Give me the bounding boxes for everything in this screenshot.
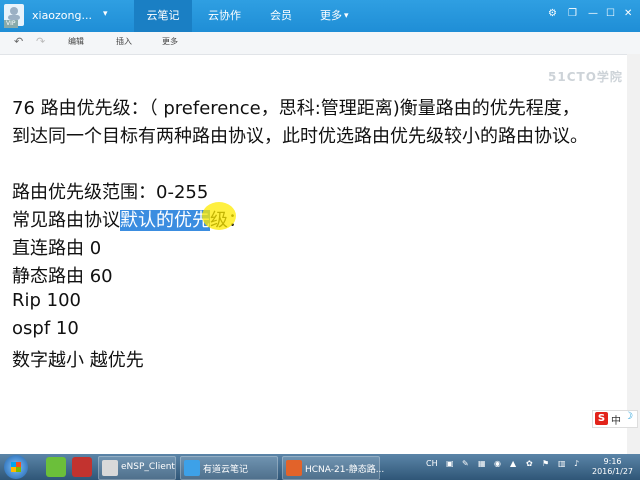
ime-language[interactable]: 中 bbox=[611, 412, 621, 427]
note-line: 到达同一个目标有两种路由协议，此时优选路由优先级较小的路由协议。 bbox=[12, 126, 588, 147]
note-line: 直连路由 0 bbox=[12, 238, 102, 259]
note-line: 静态路由 60 bbox=[12, 266, 113, 287]
mouse-cursor-highlight bbox=[202, 202, 236, 230]
task-label: HCNA-21-静态路... bbox=[305, 465, 385, 475]
moon-icon[interactable]: ☽ bbox=[624, 411, 633, 422]
tray-language[interactable]: CH bbox=[426, 459, 438, 468]
note-line: 路由优先级范围：0-255 bbox=[12, 182, 209, 203]
nav-cloud-collab[interactable]: 云协作 bbox=[208, 0, 241, 32]
note-line: ospf 10 bbox=[12, 318, 79, 339]
system-clock[interactable]: 9:16 2016/1/27 bbox=[592, 457, 633, 477]
nav-more[interactable]: 更多 bbox=[320, 0, 342, 32]
taskbar: eNSP_Client 有道云笔记 HCNA-21-静态路... CH ▣ ✎ … bbox=[0, 454, 640, 480]
app-icon[interactable] bbox=[46, 457, 66, 477]
network-icon[interactable]: ▥ bbox=[558, 459, 566, 468]
clock-time: 9:16 bbox=[603, 457, 622, 466]
vip-badge: VIP bbox=[4, 20, 18, 28]
note-line: Rip 100 bbox=[12, 290, 82, 311]
vertical-scrollbar[interactable] bbox=[627, 54, 640, 454]
back-arrow-icon[interactable]: ↶ bbox=[14, 35, 23, 48]
tray-icon[interactable]: ⚑ bbox=[542, 459, 549, 468]
maximize-icon[interactable]: ☐ bbox=[606, 8, 615, 19]
chevron-down-icon[interactable]: ▾ bbox=[103, 9, 108, 19]
note-line: 数字越小 越优先 bbox=[12, 350, 144, 371]
settings-icon[interactable]: ⚙ bbox=[548, 8, 557, 19]
task-youdao[interactable]: 有道云笔记 bbox=[180, 456, 278, 480]
app-icon[interactable] bbox=[72, 457, 92, 477]
selected-text: 默认的优先 bbox=[120, 210, 210, 231]
ensp-icon bbox=[102, 460, 118, 476]
task-ppt[interactable]: HCNA-21-静态路... bbox=[282, 456, 384, 480]
task-ensp[interactable]: eNSP_Client bbox=[98, 456, 176, 480]
start-button[interactable] bbox=[4, 455, 28, 479]
tray-icon[interactable]: ✎ bbox=[462, 459, 469, 468]
nav-membership[interactable]: 会员 bbox=[270, 0, 292, 32]
powerpoint-icon bbox=[286, 460, 302, 476]
note-line: 76 路由优先级：（ preference，思科:管理距离)衡量路由的优先程度， bbox=[12, 98, 580, 119]
minimize-icon[interactable]: — bbox=[588, 8, 598, 19]
sogou-logo-icon: S bbox=[595, 412, 608, 425]
close-icon[interactable]: ✕ bbox=[624, 8, 632, 19]
tray-icon[interactable]: ▲ bbox=[510, 459, 516, 468]
edit-button[interactable]: 编辑 bbox=[68, 36, 84, 47]
youdao-note-icon bbox=[184, 460, 200, 476]
more-button[interactable]: 更多 bbox=[162, 36, 178, 47]
insert-button[interactable]: 插入 bbox=[116, 36, 132, 47]
tray-icon[interactable]: ▣ bbox=[446, 459, 454, 468]
watermark-logo: 51CTO学院 bbox=[548, 70, 623, 84]
text-span: 常见路由协议 bbox=[12, 210, 120, 231]
tray-icon[interactable]: ▦ bbox=[478, 459, 486, 468]
ime-toolbar[interactable]: S 中 ☽ bbox=[592, 410, 638, 428]
task-label: 有道云笔记 bbox=[203, 465, 249, 475]
clock-date: 2016/1/27 bbox=[592, 467, 634, 476]
task-label: eNSP_Client bbox=[121, 462, 175, 472]
nav-cloud-notes[interactable]: 云笔记 bbox=[134, 0, 192, 32]
volume-icon[interactable]: ♪ bbox=[574, 459, 579, 468]
tray-icon[interactable]: ◉ bbox=[494, 459, 501, 468]
title-bar: VIP xiaozong... ▾ 云笔记 云协作 会员 更多 ▾ ⚙ ❐ — … bbox=[0, 0, 640, 32]
skin-icon[interactable]: ❐ bbox=[568, 8, 577, 19]
user-icon bbox=[8, 7, 20, 20]
nav-more-chevron-icon[interactable]: ▾ bbox=[344, 0, 349, 32]
forward-arrow-icon[interactable]: ↷ bbox=[36, 35, 45, 48]
tray-icon[interactable]: ✿ bbox=[526, 459, 533, 468]
username[interactable]: xiaozong... bbox=[32, 9, 92, 22]
editor-toolbar: ↶ ↷ 编辑 插入 更多 51CTO学院 bbox=[0, 32, 640, 84]
